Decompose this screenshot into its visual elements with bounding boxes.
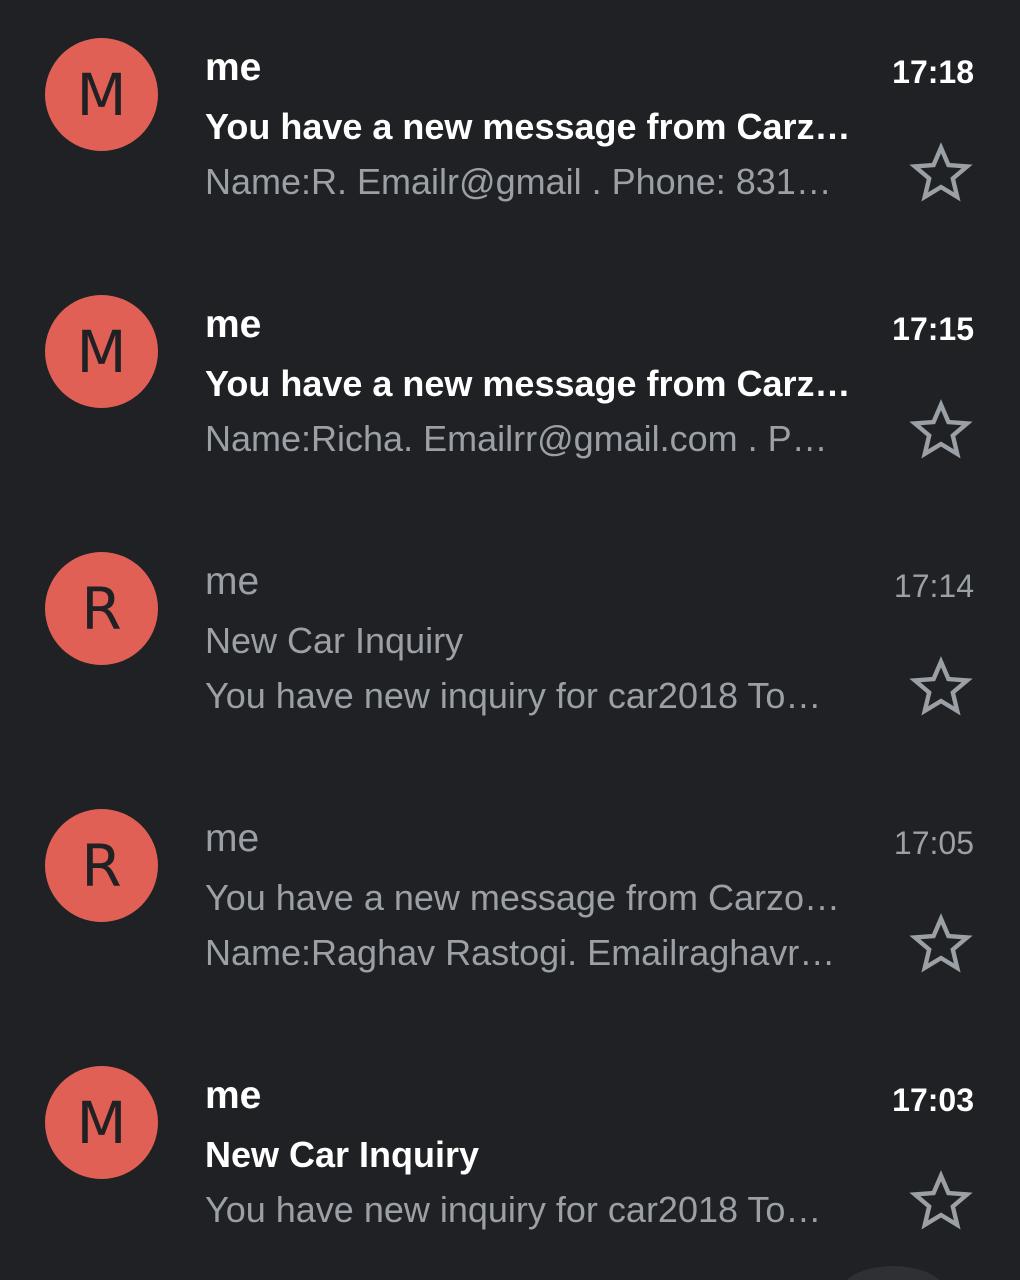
email-subject: New Car Inquiry [205, 620, 464, 661]
sender-name: me [205, 46, 262, 89]
email-snippet: Name:Raghav Rastogi. Emailraghavr… [205, 932, 836, 973]
sender-avatar[interactable]: M [45, 295, 158, 408]
email-time: 17:15 [892, 311, 974, 347]
email-snippet: You have new inquiry for car2018 To… [205, 675, 822, 716]
email-time: 17:03 [892, 1082, 974, 1118]
star-icon[interactable] [908, 1168, 974, 1234]
sender-avatar[interactable]: M [45, 38, 158, 151]
email-list-item[interactable]: M me 17:18 You have a new message from C… [0, 0, 1020, 257]
email-snippet: Name:R. Emailr@gmail . Phone: 831… [205, 161, 832, 202]
sender-name: me [205, 560, 260, 603]
star-icon[interactable] [908, 397, 974, 463]
sender-avatar[interactable]: M [45, 1066, 158, 1179]
email-list-item[interactable]: R me 17:14 New Car Inquiry You have new … [0, 514, 1020, 771]
star-icon[interactable] [908, 911, 974, 977]
email-snippet: You have new inquiry for car2018 To… [205, 1189, 822, 1230]
sender-avatar[interactable]: R [45, 809, 158, 922]
sender-name: me [205, 1074, 262, 1117]
email-time: 17:14 [893, 568, 974, 604]
email-list-item[interactable]: M me 17:03 New Car Inquiry You have new … [0, 1028, 1020, 1280]
email-list: M me 17:18 You have a new message from C… [0, 0, 1020, 1280]
email-time: 17:18 [892, 54, 974, 90]
sender-name: me [205, 303, 262, 346]
email-time: 17:05 [893, 825, 974, 861]
star-icon[interactable] [908, 140, 974, 206]
email-list-item[interactable]: M me 17:15 You have a new message from C… [0, 257, 1020, 514]
sender-name: me [205, 817, 260, 860]
sender-avatar[interactable]: R [45, 552, 158, 665]
email-subject: You have a new message from Carz… [205, 106, 851, 147]
email-subject: You have a new message from Carz… [205, 363, 851, 404]
email-list-item[interactable]: R me 17:05 You have a new message from C… [0, 771, 1020, 1028]
email-snippet: Name:Richa. Emailrr@gmail.com . P… [205, 418, 828, 459]
star-icon[interactable] [908, 654, 974, 720]
email-subject: New Car Inquiry [205, 1134, 480, 1175]
email-subject: You have a new message from Carzo… [205, 877, 840, 918]
